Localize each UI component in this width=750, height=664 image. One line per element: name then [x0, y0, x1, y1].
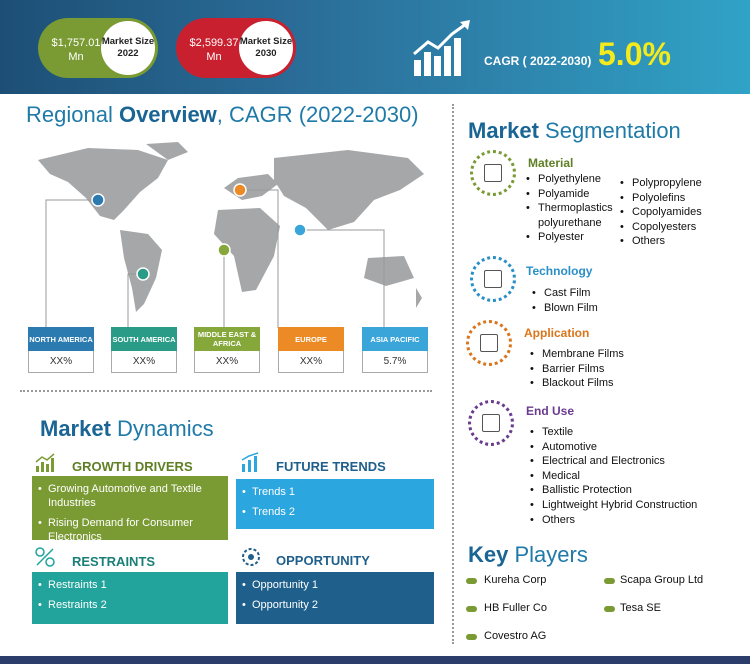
- end-use-icon: [468, 400, 514, 446]
- column-divider: [452, 104, 454, 644]
- region-value: 5.7%: [362, 351, 428, 373]
- restraints-box: Restraints 1 Restraints 2: [32, 572, 228, 624]
- opportunity-box: Opportunity 1 Opportunity 2: [236, 572, 434, 624]
- list-item: Polyolefins: [620, 191, 730, 206]
- material-icon: [470, 150, 516, 196]
- region-north-america: NORTH AMERICA XX%: [28, 327, 94, 373]
- bullet-icon: [466, 606, 477, 612]
- region-value: XX%: [278, 351, 344, 373]
- growth-drivers-box: Growing Automotive and Textile Industrie…: [32, 476, 228, 543]
- material-list-1: Polyethylene Polyamide Thermoplastics po…: [526, 172, 622, 245]
- key-player: Kureha Corp: [484, 574, 547, 586]
- application-list: Membrane Films Barrier Films Blackout Fi…: [530, 347, 710, 391]
- application-title: Application: [524, 326, 590, 340]
- end-use-title: End Use: [526, 404, 575, 418]
- bullet-icon: [466, 578, 477, 584]
- list-item: Polypropylene: [620, 176, 730, 191]
- opportunity-icon: [242, 548, 260, 566]
- region-label: MIDDLE EAST & AFRICA: [194, 327, 260, 351]
- region-label: EUROPE: [278, 327, 344, 351]
- list-item: Rising Demand for Consumer Electronics: [38, 516, 220, 544]
- list-item: Copolyamides: [620, 205, 730, 220]
- market-size-2022-pill: $1,757.01 Mn Market Size 2022: [38, 18, 158, 78]
- bullet-icon: [604, 578, 615, 584]
- region-middle-east-africa: MIDDLE EAST & AFRICA XX%: [194, 327, 260, 373]
- list-item: Opportunity 1: [242, 578, 426, 592]
- section-divider: [20, 390, 432, 392]
- region-label: NORTH AMERICA: [28, 327, 94, 351]
- market-dynamics-title: Market Dynamics: [40, 416, 214, 441]
- key-player: HB Fuller Co: [484, 602, 547, 614]
- region-label: SOUTH AMERICA: [111, 327, 177, 351]
- list-item: Membrane Films: [530, 347, 710, 362]
- future-trends-icon: [241, 452, 259, 472]
- list-item: Medical: [530, 469, 740, 484]
- application-icon: [466, 320, 512, 366]
- list-item: Thermoplastics polyurethane: [526, 201, 622, 230]
- list-item: Others: [530, 513, 740, 528]
- list-item: Others: [620, 234, 730, 249]
- list-item: Copolyesters: [620, 220, 730, 235]
- key-player: Tesa SE: [620, 602, 661, 614]
- growth-chart-icon: [413, 20, 470, 76]
- list-item: Textile: [530, 425, 740, 440]
- growth-drivers-title: GROWTH DRIVERS: [72, 459, 193, 474]
- list-item: Automotive: [530, 440, 740, 455]
- market-size-2022-label: Market Size 2022: [101, 21, 155, 75]
- region-value: XX%: [194, 351, 260, 373]
- end-use-list: Textile Automotive Electrical and Electr…: [530, 425, 740, 527]
- key-players-title: Key Players: [468, 542, 588, 567]
- region-europe: EUROPE XX%: [278, 327, 344, 373]
- market-segmentation-title: Market Segmentation: [468, 118, 681, 143]
- cagr-label: CAGR ( 2022-2030): [484, 54, 592, 68]
- market-size-2022-value: $1,757.01 Mn: [51, 37, 101, 63]
- list-item: Polyester: [526, 230, 622, 245]
- regional-overview-title: Regional Overview, CAGR (2022-2030): [26, 102, 419, 127]
- region-south-america: SOUTH AMERICA XX%: [111, 327, 177, 373]
- list-item: Restraints 2: [38, 598, 220, 612]
- list-item: Trends 1: [242, 485, 426, 499]
- region-value: XX%: [28, 351, 94, 373]
- list-item: Lightweight Hybrid Construction: [530, 498, 740, 513]
- region-asia-pacific: ASIA PACIFIC 5.7%: [362, 327, 428, 373]
- list-item: Restraints 1: [38, 578, 220, 592]
- list-item: Growing Automotive and Textile Industrie…: [38, 482, 220, 510]
- future-trends-box: Trends 1 Trends 2: [236, 479, 434, 529]
- key-player: Scapa Group Ltd: [620, 574, 704, 586]
- growth-drivers-icon: [35, 453, 55, 472]
- list-item: Trends 2: [242, 505, 426, 519]
- header-banner: $1,757.01 Mn Market Size 2022 $2,599.37 …: [0, 0, 750, 94]
- market-size-2030-pill: $2,599.37 Mn Market Size 2030: [176, 18, 296, 78]
- technology-title: Technology: [526, 264, 593, 278]
- region-label: ASIA PACIFIC: [362, 327, 428, 351]
- list-item: Ballistic Protection: [530, 483, 740, 498]
- opportunity-title: OPPORTUNITY: [276, 553, 370, 568]
- list-item: Polyethylene: [526, 172, 622, 187]
- list-item: Blackout Films: [530, 376, 710, 391]
- world-map: [38, 142, 424, 328]
- material-title: Material: [528, 156, 574, 170]
- material-list-2: Polypropylene Polyolefins Copolyamides C…: [620, 176, 730, 249]
- market-size-2030-value: $2,599.37 Mn: [189, 37, 239, 63]
- bullet-icon: [466, 634, 477, 640]
- region-value: XX%: [111, 351, 177, 373]
- future-trends-title: FUTURE TRENDS: [276, 459, 386, 474]
- restraints-title: RESTRAINTS: [72, 554, 156, 569]
- list-item: Opportunity 2: [242, 598, 426, 612]
- cagr-value: 5.0%: [598, 36, 671, 72]
- list-item: Cast Film: [532, 286, 712, 301]
- restraints-icon: [35, 547, 55, 567]
- list-item: Electrical and Electronics: [530, 454, 740, 469]
- technology-icon: [470, 256, 516, 302]
- list-item: Polyamide: [526, 187, 622, 202]
- technology-list: Cast Film Blown Film: [532, 286, 712, 315]
- key-player: Covestro AG: [484, 630, 547, 642]
- market-size-2030-label: Market Size 2030: [239, 21, 293, 75]
- list-item: Barrier Films: [530, 362, 710, 377]
- list-item: Blown Film: [532, 301, 712, 316]
- bullet-icon: [604, 606, 615, 612]
- footer-bar: [0, 656, 750, 664]
